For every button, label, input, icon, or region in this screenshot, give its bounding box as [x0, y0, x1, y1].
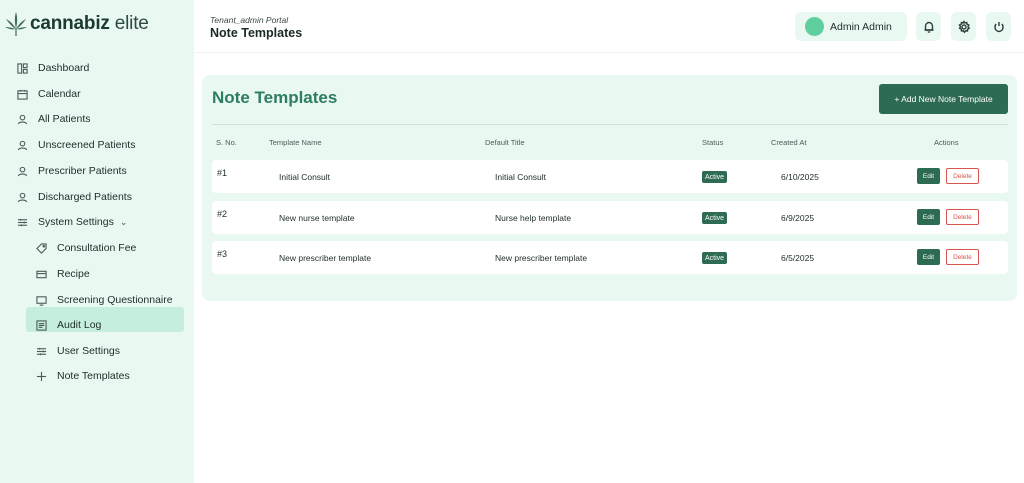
edit-button[interactable]: Edit [917, 168, 940, 184]
sliders-icon [35, 345, 47, 357]
sidebar-item-dashboard[interactable]: Dashboard [16, 56, 89, 80]
divider [212, 124, 1008, 125]
column-header-sno: S. No. [216, 138, 237, 147]
page-title: Note Templates [210, 26, 303, 40]
bell-icon [924, 21, 933, 33]
brand-name: cannabiz elite [30, 13, 149, 34]
sidebar-item-system-settings[interactable]: System Settings ⌄ [16, 210, 127, 234]
logout-button[interactable] [986, 12, 1011, 41]
status-badge: Active [702, 252, 728, 264]
edit-button[interactable]: Edit [917, 209, 940, 225]
top-header: Tenant_admin Portal Note Templates Admin… [194, 0, 1024, 53]
user-icon [16, 191, 28, 203]
avatar [805, 17, 824, 36]
row-created-at: 6/10/2025 [781, 172, 819, 182]
sidebar-subitem-note-templates[interactable]: Note Templates [35, 364, 130, 388]
sidebar-item-label: Calendar [38, 88, 81, 100]
sidebar-subitem-label: Consultation Fee [57, 242, 137, 254]
status-badge: Active [702, 171, 728, 183]
row-created-at: 6/5/2025 [781, 253, 815, 263]
row-template-name: Initial Consult [279, 172, 331, 182]
sidebar-subitem-screening-questionnaire[interactable]: Screening Questionnaire [35, 288, 173, 312]
sidebar-item-label: Unscreened Patients [38, 139, 136, 151]
row-created-at: 6/9/2025 [781, 213, 815, 223]
sidebar-item-label: All Patients [38, 113, 91, 125]
sidebar-subitem-label: Screening Questionnaire [57, 294, 173, 306]
row-default-title: New prescriber template [495, 253, 588, 263]
cannabis-leaf-icon [5, 12, 27, 36]
note-templates-panel: Note Templates + Add New Note Template S… [202, 75, 1017, 301]
status-badge: Active [702, 212, 728, 224]
calendar-icon [16, 88, 28, 100]
column-header-default-title: Default Title [485, 138, 525, 147]
sidebar-subitem-recipe[interactable]: Recipe [35, 262, 90, 286]
sidebar-item-prescriber-patients[interactable]: Prescriber Patients [16, 159, 127, 183]
column-header-status: Status [702, 138, 724, 147]
plus-icon [35, 370, 47, 382]
notifications-button[interactable] [916, 12, 941, 41]
delete-button[interactable]: Delete [946, 209, 979, 225]
log-icon [35, 319, 47, 331]
card-icon [35, 268, 47, 280]
sidebar-subitem-consultation-fee[interactable]: Consultation Fee [35, 236, 136, 260]
settings-button[interactable] [951, 12, 976, 41]
delete-button[interactable]: Delete [946, 168, 979, 184]
panel-title: Note Templates [212, 88, 338, 107]
sidebar-item-all-patients[interactable]: All Patients [16, 107, 91, 131]
monitor-icon [35, 294, 47, 306]
row-template-name: New prescriber template [279, 253, 372, 263]
user-menu[interactable]: Admin Admin [795, 12, 907, 41]
row-template-name: New nurse template [279, 213, 355, 223]
sidebar-subitem-label: User Settings [57, 345, 121, 357]
edit-button[interactable]: Edit [917, 249, 940, 265]
sidebar-item-unscreened-patients[interactable]: Unscreened Patients [16, 133, 135, 157]
table-row: #1 Initial Consult Initial Consult Activ… [212, 160, 1008, 193]
sidebar-item-discharged-patients[interactable]: Discharged Patients [16, 185, 132, 209]
sidebar-subitem-label: Note Templates [57, 370, 130, 382]
delete-button[interactable]: Delete [946, 249, 979, 265]
user-icon [16, 165, 28, 177]
row-default-title: Nurse help template [495, 213, 572, 223]
table-row: #3 New prescriber template New prescribe… [212, 241, 1008, 274]
sidebar-item-label: System Settings [38, 216, 114, 228]
sidebar-subitem-audit-log[interactable]: Audit Log [35, 313, 101, 337]
row-sno: #3 [217, 249, 228, 259]
row-sno: #2 [217, 209, 228, 219]
user-name: Admin Admin [830, 20, 892, 33]
sidebar-item-label: Dashboard [38, 62, 90, 74]
column-header-actions: Actions [934, 138, 959, 147]
column-header-template-name: Template Name [269, 138, 322, 147]
power-icon [993, 21, 1004, 32]
brand-logo[interactable]: cannabiz elite [4, 9, 149, 39]
sliders-icon [16, 216, 28, 228]
user-icon [16, 139, 28, 151]
chevron-down-icon: ⌄ [119, 216, 128, 227]
row-sno: #1 [217, 168, 228, 178]
user-icon [16, 113, 28, 125]
gear-icon [958, 19, 970, 33]
sidebar-item-label: Discharged Patients [38, 191, 132, 203]
row-default-title: Initial Consult [495, 172, 547, 182]
sidebar-item-calendar[interactable]: Calendar [16, 82, 81, 106]
column-header-created-at: Created At [771, 138, 807, 147]
sidebar-subitem-user-settings[interactable]: User Settings [35, 339, 120, 363]
sidebar-subitem-label: Audit Log [57, 319, 102, 331]
sidebar-subitem-label: Recipe [57, 268, 90, 280]
table-row: #2 New nurse template Nurse help templat… [212, 201, 1008, 234]
sidebar: cannabiz elite Dashboard Calendar All Pa… [0, 0, 194, 483]
add-note-template-button[interactable]: + Add New Note Template [879, 84, 1008, 114]
tag-icon [35, 242, 47, 254]
sidebar-item-label: Prescriber Patients [38, 165, 127, 177]
dashboard-icon [16, 62, 28, 74]
portal-label: Tenant_admin Portal [210, 15, 289, 25]
